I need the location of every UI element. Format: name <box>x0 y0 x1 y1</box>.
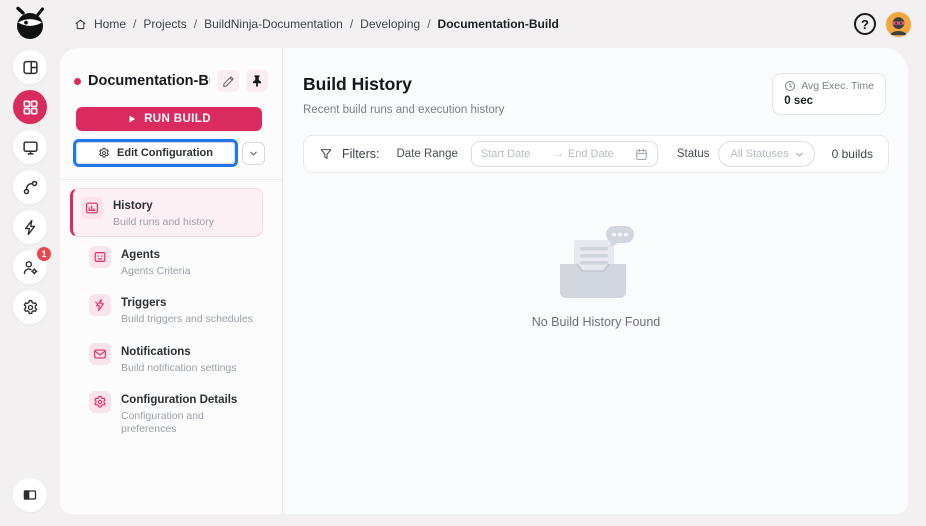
config-title: Documentation-Bu... <box>88 73 210 89</box>
help-button[interactable]: ? <box>854 13 876 35</box>
status-select[interactable]: All Statuses <box>718 141 816 167</box>
breadcrumb-home[interactable]: Home <box>94 17 126 31</box>
monitor-icon[interactable] <box>13 130 47 164</box>
breadcrumb-separator: / <box>193 17 198 31</box>
home-icon <box>74 18 87 31</box>
focus-highlight-box: Edit Configuration <box>73 139 238 167</box>
date-range-label: Date Range <box>396 148 458 160</box>
top-bar: Home / Projects / BuildNinja-Documentati… <box>0 0 926 48</box>
edit-configuration-button[interactable]: Edit Configuration <box>76 142 235 164</box>
clock-icon <box>784 80 796 92</box>
notification-badge: 1 <box>37 247 51 261</box>
agent-icon <box>89 245 111 268</box>
pin-button[interactable] <box>246 70 268 92</box>
trigger-bolt-icon <box>89 294 111 317</box>
empty-state: No Build History Found <box>284 226 908 329</box>
chevron-down-icon <box>248 148 259 159</box>
config-menu: History Build runs and history Agents Agen… <box>60 179 282 444</box>
builds-count: 0 builds <box>831 147 873 161</box>
icon-rail: 1 <box>0 48 60 526</box>
filters-label: Filters: <box>342 147 380 161</box>
build-history-main: Build History Recent build runs and exec… <box>284 48 908 514</box>
breadcrumb-current: Documentation-Build <box>437 17 559 31</box>
breadcrumb-separator: / <box>133 17 137 31</box>
menu-item-configuration-details[interactable]: Configuration Details Configuration and p… <box>70 382 263 443</box>
grid-icon[interactable] <box>13 90 47 124</box>
run-build-button[interactable]: RUN BUILD <box>76 107 262 131</box>
menu-item-history[interactable]: History Build runs and history <box>70 188 263 237</box>
content-card: Documentation-Bu... RUN BUILD Edit Confi… <box>60 48 908 514</box>
breadcrumb-separator: / <box>427 17 431 31</box>
end-date-input[interactable] <box>567 148 626 160</box>
status-dot <box>74 77 81 85</box>
calendar-icon[interactable] <box>635 148 648 161</box>
breadcrumb-env[interactable]: Developing <box>360 17 420 31</box>
gear-icon <box>89 391 111 414</box>
breadcrumb-separator: / <box>349 17 354 31</box>
mail-icon <box>89 342 111 365</box>
breadcrumb-projects[interactable]: Projects <box>143 17 186 31</box>
menu-item-triggers[interactable]: Triggers Build triggers and schedules <box>70 285 263 334</box>
chart-icon <box>81 197 103 219</box>
panel-toggle-icon[interactable] <box>13 478 47 512</box>
breadcrumb-project[interactable]: BuildNinja-Documentation <box>204 17 343 31</box>
app-logo-ninja-icon[interactable] <box>8 2 52 46</box>
user-avatar[interactable] <box>885 10 912 38</box>
start-date-input[interactable] <box>480 148 553 160</box>
avg-exec-time-card: Avg Exec. Time 0 sec <box>772 73 886 115</box>
range-arrow: → <box>552 148 564 160</box>
bolt-icon[interactable] <box>13 210 47 244</box>
pin-icon <box>250 74 264 88</box>
pipeline-icon[interactable] <box>13 170 47 204</box>
play-icon <box>127 114 137 124</box>
date-range-picker[interactable]: → <box>470 141 658 167</box>
gear-icon <box>98 147 110 159</box>
gear-icon[interactable] <box>13 290 47 324</box>
config-dropdown-button[interactable] <box>242 141 265 165</box>
user-settings-icon[interactable]: 1 <box>13 247 51 284</box>
board-icon[interactable] <box>13 50 47 84</box>
chevron-down-icon <box>794 149 805 160</box>
status-label: Status <box>676 148 710 160</box>
edit-title-button[interactable] <box>217 70 239 92</box>
funnel-icon <box>319 147 333 161</box>
menu-item-agents[interactable]: Agents Agents Criteria <box>70 237 263 286</box>
avg-exec-time-value: 0 sec <box>784 95 814 107</box>
empty-state-message: No Build History Found <box>531 315 661 329</box>
breadcrumb: Home / Projects / BuildNinja-Documentati… <box>74 17 559 31</box>
filters-bar: Filters: Date Range → Status All Statuse… <box>303 135 889 173</box>
empty-inbox-illustration <box>560 226 634 298</box>
build-config-panel: Documentation-Bu... RUN BUILD Edit Confi… <box>60 48 283 514</box>
menu-item-notifications[interactable]: Notifications Build notification settings <box>70 334 263 383</box>
pencil-icon <box>222 75 235 88</box>
